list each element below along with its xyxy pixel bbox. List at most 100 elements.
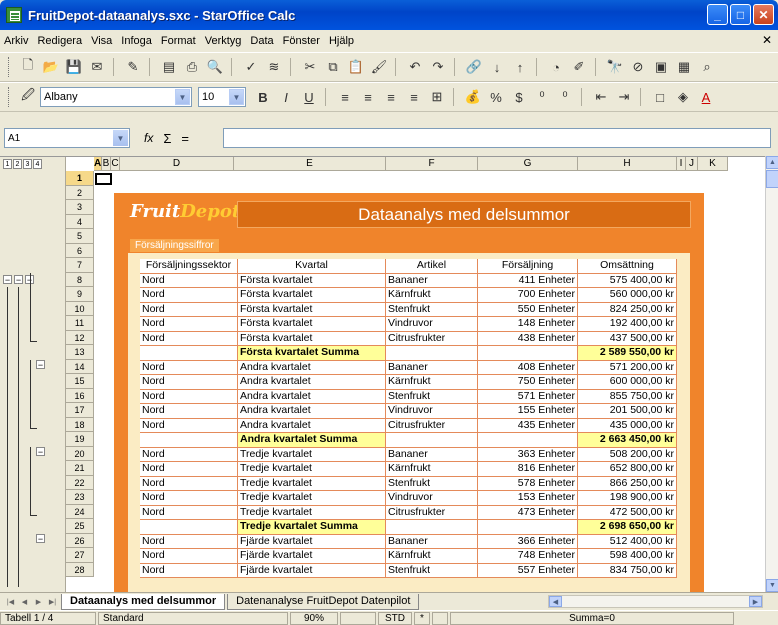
currency-icon[interactable]: 💰 (462, 86, 484, 108)
table-header-cell[interactable]: Omsättning (578, 259, 677, 274)
subtotal-cell[interactable] (386, 346, 478, 361)
status-zoom[interactable]: 90% (290, 611, 338, 625)
row-header-9[interactable]: 9 (66, 287, 94, 302)
outline-collapse-button[interactable]: − (3, 274, 12, 284)
table-cell[interactable]: 571 Enheter (478, 389, 578, 404)
menu-verktyg[interactable]: Verktyg (205, 35, 242, 47)
table-cell[interactable]: 411 Enheter (478, 273, 578, 288)
increase-indent-icon[interactable]: ⇥ (613, 86, 635, 108)
table-cell[interactable]: Nord (140, 302, 238, 317)
name-box[interactable]: A1 ▼ (4, 128, 130, 148)
print-icon[interactable]: ⎙ (181, 56, 203, 78)
table-cell[interactable]: Andra kvartalet (238, 404, 386, 419)
delete-decimal-icon[interactable]: ⁰ (554, 86, 576, 108)
column-header-i[interactable]: I (677, 157, 686, 171)
row-header-4[interactable]: 4 (66, 214, 94, 229)
table-cell[interactable]: 866 250,00 kr (578, 476, 677, 491)
table-cell[interactable]: Nord (140, 375, 238, 390)
table-cell[interactable]: 363 Enheter (478, 447, 578, 462)
column-header-e[interactable]: E (234, 157, 386, 171)
table-cell[interactable]: Bananer (386, 273, 478, 288)
table-cell[interactable]: 560 000,00 kr (578, 288, 677, 303)
close-button[interactable]: ✕ (753, 4, 774, 25)
table-cell[interactable]: Andra kvartalet (238, 360, 386, 375)
justify-icon[interactable]: ≡ (403, 86, 425, 108)
column-header-d[interactable]: D (120, 157, 234, 171)
subtotal-cell[interactable]: Första kvartalet Summa (238, 346, 386, 361)
table-cell[interactable]: 652 800,00 kr (578, 462, 677, 477)
toolbar-grip[interactable] (8, 57, 11, 77)
column-header-c[interactable]: C (111, 157, 120, 171)
table-cell[interactable]: Nord (140, 360, 238, 375)
table-cell[interactable]: Nord (140, 505, 238, 520)
subtotal-cell[interactable] (140, 520, 238, 535)
table-cell[interactable]: 435 Enheter (478, 418, 578, 433)
table-cell[interactable]: Nord (140, 317, 238, 332)
outline-collapse-button[interactable]: − (36, 359, 45, 369)
percent-icon[interactable]: % (485, 86, 507, 108)
horizontal-scrollbar[interactable]: ◀ ▶ (548, 595, 763, 608)
subtotal-cell[interactable] (140, 346, 238, 361)
table-cell[interactable]: 437 500,00 kr (578, 331, 677, 346)
table-cell[interactable]: 600 000,00 kr (578, 375, 677, 390)
table-cell[interactable]: Stenfrukt (386, 389, 478, 404)
subtotal-cell[interactable]: 2 698 650,00 kr (578, 520, 677, 535)
export-pdf-icon[interactable]: ▤ (158, 56, 180, 78)
status-selection-mode[interactable]: STD (378, 611, 412, 625)
sort-ascending-icon[interactable]: ↓ (486, 56, 508, 78)
row-header-21[interactable]: 21 (66, 461, 94, 476)
navigator-icon[interactable]: ⊘ (627, 56, 649, 78)
table-cell[interactable]: 512 400,00 kr (578, 534, 677, 549)
table-cell[interactable]: 201 500,00 kr (578, 404, 677, 419)
align-right-icon[interactable]: ≡ (380, 86, 402, 108)
table-cell[interactable]: Kärnfrukt (386, 375, 478, 390)
table-cell[interactable]: Fjärde kvartalet (238, 534, 386, 549)
table-cell[interactable]: Första kvartalet (238, 317, 386, 332)
background-color-icon[interactable]: ◈ (672, 86, 694, 108)
menu-redigera[interactable]: Redigera (37, 35, 82, 47)
table-cell[interactable]: 748 Enheter (478, 549, 578, 564)
row-header-15[interactable]: 15 (66, 374, 94, 389)
table-cell[interactable]: 155 Enheter (478, 404, 578, 419)
row-header-22[interactable]: 22 (66, 475, 94, 490)
merge-cells-icon[interactable]: ⊞ (426, 86, 448, 108)
draw-functions-icon[interactable]: ✐ (568, 56, 590, 78)
table-cell[interactable]: Första kvartalet (238, 288, 386, 303)
row-header-13[interactable]: 13 (66, 345, 94, 360)
table-cell[interactable]: 834 750,00 kr (578, 563, 677, 578)
italic-icon[interactable]: I (275, 86, 297, 108)
align-center-icon[interactable]: ≡ (357, 86, 379, 108)
menu-hjalp[interactable]: Hjälp (329, 35, 354, 47)
table-cell[interactable]: Kärnfrukt (386, 549, 478, 564)
scroll-down-arrow[interactable]: ▼ (766, 579, 778, 592)
table-cell[interactable]: Första kvartalet (238, 273, 386, 288)
table-cell[interactable]: 855 750,00 kr (578, 389, 677, 404)
row-header-8[interactable]: 8 (66, 272, 94, 287)
table-cell[interactable]: Tredje kvartalet (238, 491, 386, 506)
table-header-cell[interactable]: Artikel (386, 259, 478, 274)
table-cell[interactable]: Nord (140, 491, 238, 506)
borders-icon[interactable]: □ (649, 86, 671, 108)
styles-formatting-icon[interactable]: 🖉 (17, 86, 39, 108)
open-icon[interactable]: 📂 (40, 56, 62, 78)
table-cell[interactable]: Nord (140, 462, 238, 477)
table-cell[interactable]: Kärnfrukt (386, 288, 478, 303)
menu-format[interactable]: Format (161, 35, 196, 47)
row-header-5[interactable]: 5 (66, 229, 94, 244)
page-preview-icon[interactable]: 🔍 (204, 56, 226, 78)
standard-format-icon[interactable]: $ (508, 86, 530, 108)
outline-collapse-button[interactable]: − (14, 274, 23, 284)
table-cell[interactable]: Citrusfrukter (386, 331, 478, 346)
table-cell[interactable]: Citrusfrukter (386, 418, 478, 433)
menu-infoga[interactable]: Infoga (121, 35, 152, 47)
toolbar-grip[interactable] (8, 87, 11, 107)
table-cell[interactable]: 473 Enheter (478, 505, 578, 520)
spellcheck-icon[interactable]: ✓ (240, 56, 262, 78)
table-cell[interactable]: Kärnfrukt (386, 462, 478, 477)
subtotal-cell[interactable] (386, 433, 478, 448)
table-cell[interactable]: Vindruvor (386, 317, 478, 332)
table-cell[interactable]: Stenfrukt (386, 476, 478, 491)
font-name-select[interactable]: Albany ▼ (40, 87, 192, 107)
table-header-cell[interactable]: Försäljningssektor (140, 259, 238, 274)
email-icon[interactable]: ✉ (86, 56, 108, 78)
